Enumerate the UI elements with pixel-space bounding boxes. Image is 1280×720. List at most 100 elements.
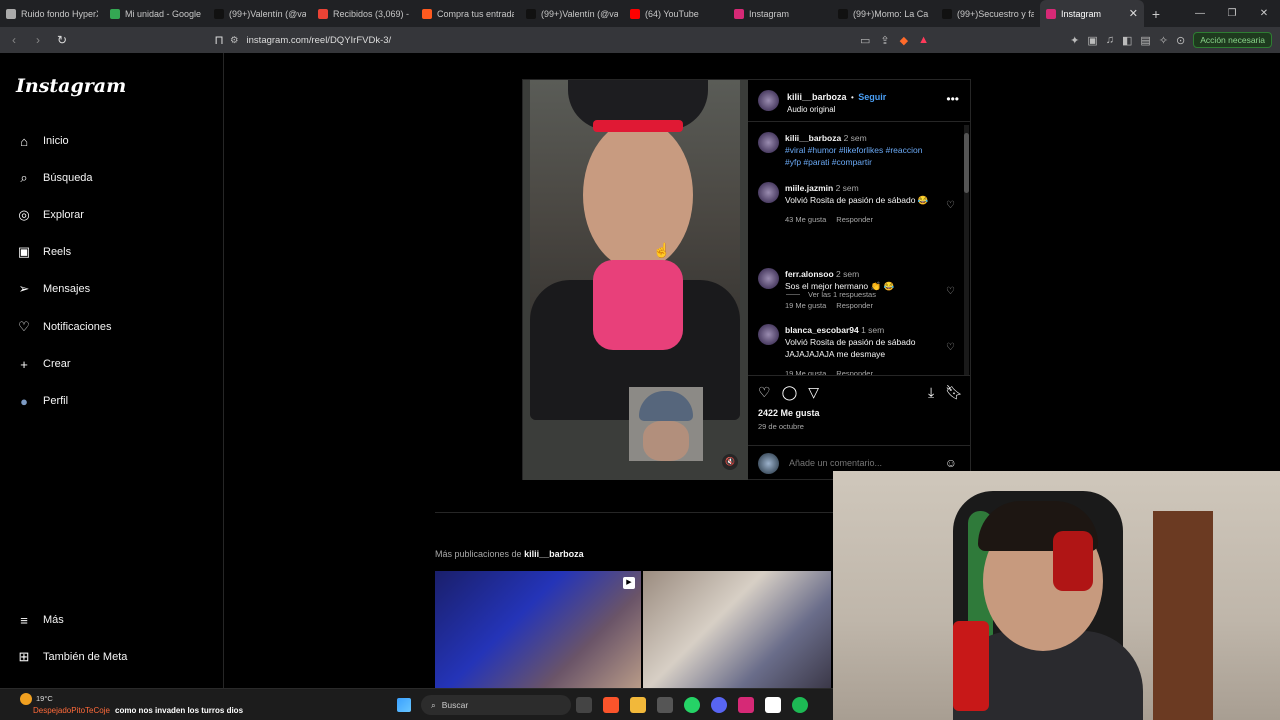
minimize-icon[interactable]: — <box>1184 8 1216 19</box>
more-posts-username[interactable]: kilii__barboza <box>524 549 584 559</box>
browser-tab[interactable]: Instagram ✕ <box>1040 0 1144 27</box>
author-avatar[interactable] <box>758 90 779 111</box>
site-info-icon[interactable]: ⚙ <box>230 35 239 46</box>
browser-tab[interactable]: Mi unidad - Google <box>104 0 208 27</box>
cast-icon[interactable]: ▭ <box>860 34 870 47</box>
share-icon[interactable]: ⇪ <box>880 34 889 47</box>
back-icon[interactable]: ‹ <box>4 33 24 47</box>
emoji-icon[interactable]: ☺ <box>945 456 957 470</box>
audio-label[interactable]: Audio original <box>787 105 886 114</box>
comment-like-heart-icon[interactable]: ♡ <box>946 200 955 211</box>
instagram-logo[interactable]: Instagram <box>16 75 126 97</box>
comment-avatar[interactable] <box>758 324 779 345</box>
vpn-icon[interactable]: ⊙ <box>1176 34 1185 47</box>
comment-likes[interactable]: 19 Me gusta <box>785 300 826 312</box>
follow-button[interactable]: Seguir <box>858 92 886 102</box>
reply-button[interactable]: Responder <box>836 300 873 312</box>
action-needed-button[interactable]: Acción necesaria <box>1193 32 1272 48</box>
sidebar-item-crear[interactable]: + Crear <box>16 356 70 372</box>
sidebar-item-búsqueda[interactable]: ⌕ Búsqueda <box>16 170 92 186</box>
browser-tab[interactable]: Compra tus entrada <box>416 0 520 27</box>
url-field[interactable]: ⚙ instagram.com/reel/DQYIrFVDk-3/ <box>230 27 391 53</box>
sidebar-bottom-item[interactable]: ≡ Más <box>16 612 64 628</box>
caption-tags[interactable]: #viral #humor #likeforlikes #reaccion #y… <box>785 145 922 167</box>
leo-icon[interactable]: ✧ <box>1159 34 1168 47</box>
comment-avatar[interactable] <box>758 182 779 203</box>
store-icon[interactable] <box>657 697 673 713</box>
reel-video[interactable]: ☝ 🔇 <box>523 80 748 480</box>
comment-icon[interactable]: ◯ <box>782 384 798 401</box>
browser-tab[interactable]: Recibidos (3,069) - <box>312 0 416 27</box>
windows-start-icon[interactable] <box>397 698 411 712</box>
restore-icon[interactable]: ❐ <box>1216 8 1248 19</box>
sidebar-item-reels[interactable]: ▣ Reels <box>16 244 71 260</box>
task-view-icon[interactable] <box>576 697 592 713</box>
taskbar-search[interactable]: ⌕ Buscar <box>421 695 571 715</box>
like-heart-icon[interactable]: ♡ <box>758 384 771 401</box>
browser-tab[interactable]: (64) YouTube <box>624 0 728 27</box>
webcam-headphones <box>1053 531 1093 591</box>
browser-tab[interactable]: Ruido fondo HyperX <box>0 0 104 27</box>
comments-scrollbar[interactable] <box>964 125 969 375</box>
reload-icon[interactable]: ↻ <box>52 33 72 47</box>
comment: blanca_escobar94 1 sem Volvió Rosita de p… <box>758 324 963 375</box>
sidebar-item-explorar[interactable]: ◎ Explorar <box>16 207 84 223</box>
sidebar-toggle-icon[interactable]: ◧ <box>1122 34 1132 47</box>
discord-icon[interactable] <box>711 697 727 713</box>
url-text[interactable]: instagram.com/reel/DQYIrFVDk-3/ <box>247 35 392 46</box>
new-tab-icon[interactable]: + <box>1144 6 1168 22</box>
spotify-icon[interactable] <box>792 697 808 713</box>
close-tab-icon[interactable]: ✕ <box>1129 7 1138 20</box>
brave-shield-icon[interactable]: ◆ <box>900 34 908 47</box>
caption-username[interactable]: kilii__barboza <box>785 133 841 143</box>
whatsapp-icon[interactable] <box>684 697 700 713</box>
browser-tab[interactable]: Instagram <box>728 0 832 27</box>
comment-avatar[interactable] <box>758 268 779 289</box>
more-options-icon[interactable]: ••• <box>946 92 959 106</box>
download-icon[interactable]: ⤓ <box>928 384 934 401</box>
comment-username[interactable]: miile.jazmin <box>785 183 833 193</box>
browser-tab[interactable]: (99+)Secuestro y fa <box>936 0 1040 27</box>
close-window-icon[interactable]: ✕ <box>1248 8 1280 19</box>
extensions-icon[interactable]: ✦ <box>1070 34 1079 47</box>
notion-icon[interactable] <box>765 697 781 713</box>
file-explorer-icon[interactable] <box>630 697 646 713</box>
author-username[interactable]: kilii__barboza <box>787 92 847 102</box>
separator-dot: • <box>850 93 854 102</box>
more-post-thumbnail-1[interactable]: ▶ <box>435 571 641 688</box>
bookmark-icon[interactable]: ⊓ <box>209 33 229 47</box>
mute-icon[interactable]: 🔇 <box>722 454 738 470</box>
sidebar-item-inicio[interactable]: ⌂ Inicio <box>16 133 69 149</box>
brave-rewards-icon[interactable]: ▲ <box>918 34 929 46</box>
wallet-icon[interactable]: ▤ <box>1140 34 1150 47</box>
browser-tab[interactable]: (99+)Momo: La Ca <box>832 0 936 27</box>
comment-input[interactable] <box>789 458 929 468</box>
reply-button[interactable]: Responder <box>836 368 873 375</box>
brave-icon[interactable] <box>603 697 619 713</box>
caption-avatar[interactable] <box>758 132 779 153</box>
comment-like-heart-icon[interactable]: ♡ <box>946 342 955 353</box>
view-replies-button[interactable]: Ver las 1 respuestas <box>786 290 876 299</box>
instagram-app-icon[interactable] <box>738 697 754 713</box>
weather-widget[interactable]: 19°C <box>20 693 53 705</box>
comment-time: 1 sem <box>861 325 885 335</box>
comment-likes[interactable]: 43 Me gusta <box>785 214 826 226</box>
sidebar-item-notificaciones[interactable]: ♡ Notificaciones <box>16 319 111 335</box>
reply-button[interactable]: Responder <box>836 214 873 226</box>
share-send-icon[interactable]: ▽ <box>808 384 819 401</box>
sidebar-bottom-item[interactable]: ⊞ También de Meta <box>16 649 128 665</box>
browser-tab[interactable]: (99+)Valentín (@va <box>520 0 624 27</box>
likes-count[interactable]: 2422 Me gusta <box>758 408 820 418</box>
comment-username[interactable]: ferr.alonsoo <box>785 269 834 279</box>
forward-icon[interactable]: › <box>28 33 48 47</box>
sidebar-item-mensajes[interactable]: ➢ Mensajes <box>16 281 91 297</box>
comment-like-heart-icon[interactable]: ♡ <box>946 286 955 297</box>
save-bookmark-icon[interactable]: 🔖︎ <box>945 384 963 401</box>
comment-username[interactable]: blanca_escobar94 <box>785 325 859 335</box>
comment-likes[interactable]: 19 Me gusta <box>785 368 826 375</box>
browser-tab[interactable]: (99+)Valentín (@va <box>208 0 312 27</box>
sidebar-item-perfil[interactable]: ● Perfil <box>16 393 68 409</box>
more-post-thumbnail-2[interactable] <box>643 571 831 688</box>
music-icon[interactable]: ♫ <box>1106 34 1114 46</box>
media-icon[interactable]: ▣ <box>1087 34 1097 47</box>
